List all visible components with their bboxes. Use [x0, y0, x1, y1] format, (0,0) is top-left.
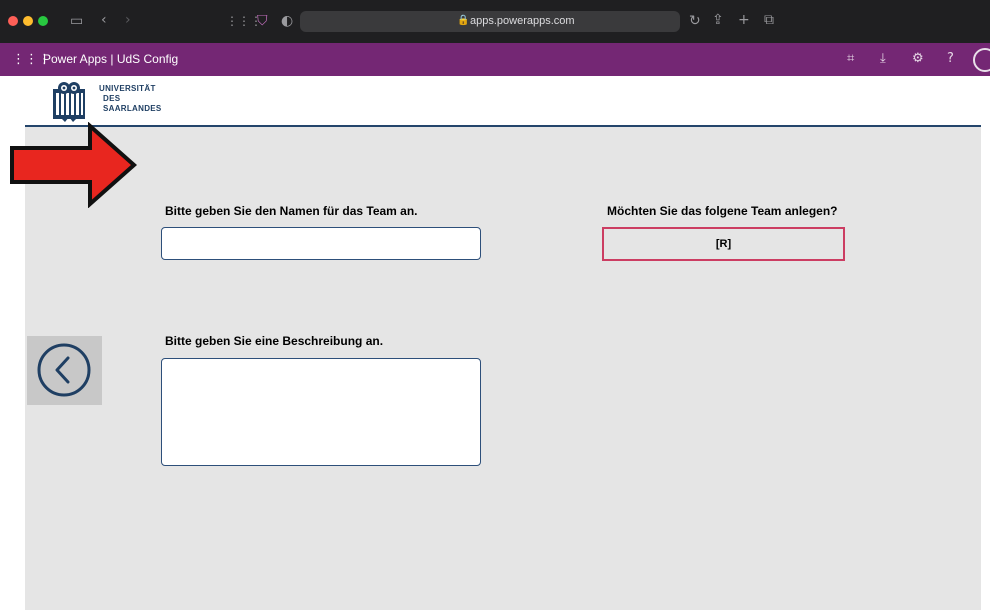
fit-icon[interactable]: ⌗ [847, 51, 854, 66]
settings-icon[interactable]: ⚙ [912, 51, 924, 66]
university-name: UNIVERSITÄT DES SAARLANDES [99, 84, 162, 114]
logo-line-1: UNIVERSITÄT [99, 84, 156, 93]
team-name-input[interactable] [161, 227, 481, 260]
sidebar-icon[interactable]: ▭ [70, 14, 83, 28]
app-canvas: UNIVERSITÄT DES SAARLANDES Bitte geben S… [25, 76, 981, 610]
back-button[interactable] [27, 336, 102, 405]
minimize-window-button[interactable] [23, 16, 33, 26]
address-bar[interactable]: 🔒 apps.powerapps.com [300, 11, 680, 32]
reload-icon[interactable]: ↻ [689, 14, 701, 28]
red-arrow-icon [10, 122, 138, 208]
forward-icon[interactable]: › [125, 13, 131, 27]
shield-icon[interactable]: ⛉ [257, 14, 268, 28]
university-logo-icon [53, 82, 85, 122]
tabs-icon[interactable]: ⧉ [764, 13, 774, 27]
share-icon[interactable]: ⇪ [712, 13, 724, 27]
download-icon[interactable]: ⤓ [880, 51, 886, 66]
description-label: Bitte geben Sie eine Beschreibung an. [165, 334, 384, 348]
team-name-label: Bitte geben Sie den Namen für das Team a… [165, 204, 418, 218]
description-input[interactable] [161, 358, 481, 466]
new-tab-icon[interactable]: + [738, 13, 750, 27]
team-preview-value: [R] [715, 238, 732, 250]
app-header: UNIVERSITÄT DES SAARLANDES [25, 76, 981, 127]
power-apps-header: ⋮⋮⋮ Power Apps | UdS Config ⌗ ⤓ ⚙ ? [0, 43, 990, 76]
help-icon[interactable]: ? [947, 51, 954, 66]
zoom-window-button[interactable] [38, 16, 48, 26]
back-icon[interactable]: ‹ [101, 13, 107, 27]
team-preview-box: [R] [602, 227, 845, 261]
logo-line-3: SAARLANDES [103, 104, 162, 113]
browser-toolbar: ▭ ‹ › ⋮⋮⋮ ⛉ ◐ 🔒 apps.powerapps.com ↻ ⇪ +… [0, 0, 990, 43]
avatar[interactable] [973, 48, 990, 72]
page-margin-right [981, 76, 990, 610]
url-text: apps.powerapps.com [470, 15, 575, 27]
close-window-button[interactable] [8, 16, 18, 26]
back-circle-icon [37, 343, 91, 397]
privacy-icon[interactable]: ◐ [281, 14, 293, 28]
logo-line-2: DES [103, 94, 121, 103]
lock-icon: 🔒 [457, 15, 470, 26]
confirm-question-label: Möchten Sie das folgene Team anlegen? [607, 204, 838, 218]
app-title: Power Apps | UdS Config [43, 52, 179, 66]
